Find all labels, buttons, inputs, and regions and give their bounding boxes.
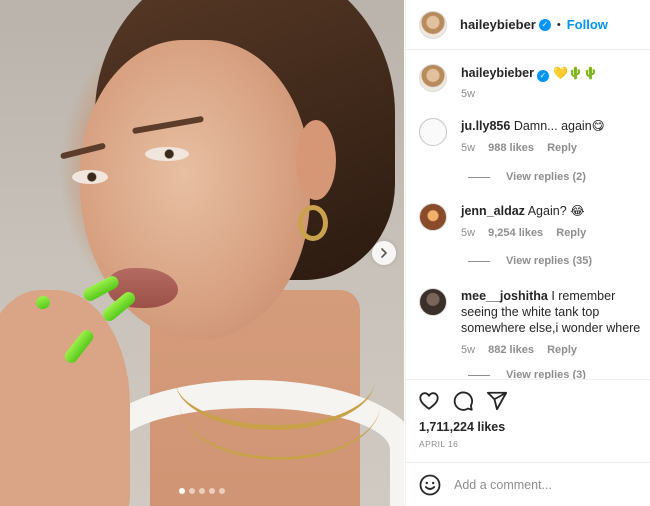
view-replies-label: View replies (3) bbox=[506, 369, 586, 379]
view-replies-label: View replies (2) bbox=[506, 171, 586, 183]
author-avatar[interactable] bbox=[419, 64, 447, 92]
commenter-avatar[interactable] bbox=[419, 118, 447, 146]
post-header: haileybieber ✓ • Follow bbox=[406, 0, 650, 50]
post-photo[interactable] bbox=[0, 0, 404, 506]
emoji-icon[interactable] bbox=[418, 473, 442, 497]
carousel-dot bbox=[209, 488, 215, 494]
photo-eye bbox=[72, 170, 108, 184]
verified-badge-icon: ✓ bbox=[536, 69, 549, 82]
carousel-next-button[interactable] bbox=[372, 241, 396, 265]
heart-icon[interactable] bbox=[418, 390, 440, 412]
comment-reply-button[interactable]: Reply bbox=[547, 142, 577, 154]
commenter-avatar[interactable] bbox=[419, 288, 447, 316]
photo-earring bbox=[298, 205, 328, 241]
post-sidebar: haileybieber ✓ • Follow haileybieber ✓ 💛🌵… bbox=[405, 0, 650, 506]
comment-username[interactable]: jenn_aldaz bbox=[461, 204, 525, 218]
comment-username[interactable]: ju.lly856 bbox=[461, 119, 510, 133]
author-username[interactable]: haileybieber bbox=[460, 17, 536, 32]
view-replies-button[interactable]: View replies (3) bbox=[468, 369, 586, 379]
comment-time[interactable]: 5w bbox=[461, 344, 475, 356]
photo-ear bbox=[296, 120, 336, 200]
comment-likes[interactable]: 9,254 likes bbox=[488, 227, 543, 239]
add-comment-input[interactable] bbox=[454, 477, 634, 492]
add-comment-bar bbox=[406, 462, 650, 506]
divider-line bbox=[468, 260, 490, 262]
post-caption: haileybieber ✓ 💛🌵🌵 5w bbox=[419, 64, 644, 100]
action-icons bbox=[406, 380, 650, 412]
follow-button[interactable]: Follow bbox=[567, 17, 608, 32]
comments-list[interactable]: haileybieber ✓ 💛🌵🌵 5w ju.lly856 Damn... a… bbox=[406, 51, 650, 379]
share-icon[interactable] bbox=[486, 390, 508, 412]
photo-eye bbox=[145, 147, 189, 161]
author-avatar[interactable] bbox=[419, 10, 447, 39]
view-replies-label: View replies (35) bbox=[506, 255, 593, 267]
caption-text: 💛🌵🌵 bbox=[553, 66, 599, 80]
comment-reply-button[interactable]: Reply bbox=[556, 227, 586, 239]
verified-badge-icon: ✓ bbox=[538, 18, 551, 31]
photo-necklace bbox=[180, 350, 380, 460]
caption-username[interactable]: haileybieber bbox=[461, 66, 534, 80]
comment-item: jenn_aldaz Again? 😂 5w 9,254 likes Reply bbox=[419, 203, 650, 241]
comment-reply-button[interactable]: Reply bbox=[547, 344, 577, 356]
caption-time[interactable]: 5w bbox=[461, 88, 475, 100]
header-separator: • bbox=[556, 18, 561, 31]
carousel-dot bbox=[219, 488, 225, 494]
post-actions: 1,711,224 likes APRIL 16 bbox=[406, 379, 650, 449]
comment-text: Again? 😂 bbox=[527, 204, 585, 218]
comment-icon[interactable] bbox=[452, 390, 474, 412]
photo-hand bbox=[0, 290, 130, 506]
comment-likes[interactable]: 988 likes bbox=[488, 142, 534, 154]
comment-text: Damn... again😋 bbox=[513, 119, 605, 133]
chevron-right-icon bbox=[381, 248, 387, 258]
comment-time[interactable]: 5w bbox=[461, 227, 475, 239]
commenter-avatar[interactable] bbox=[419, 203, 447, 231]
carousel-dot bbox=[179, 488, 185, 494]
carousel-indicator bbox=[0, 488, 404, 494]
comment-time[interactable]: 5w bbox=[461, 142, 475, 154]
view-replies-button[interactable]: View replies (2) bbox=[468, 171, 586, 183]
comment-item: mee__joshitha I remember seeing the whit… bbox=[419, 288, 650, 358]
comment-item: ju.lly856 Damn... again😋 5w 988 likes Re… bbox=[419, 118, 650, 156]
divider-line bbox=[468, 374, 490, 376]
comment-username[interactable]: mee__joshitha bbox=[461, 289, 548, 303]
likes-count[interactable]: 1,711,224 likes bbox=[406, 412, 650, 434]
carousel-dot bbox=[199, 488, 205, 494]
view-replies-button[interactable]: View replies (35) bbox=[468, 255, 592, 267]
post-date[interactable]: APRIL 16 bbox=[406, 434, 650, 449]
comment-likes[interactable]: 882 likes bbox=[488, 344, 534, 356]
carousel-dot bbox=[189, 488, 195, 494]
divider-line bbox=[468, 176, 490, 178]
